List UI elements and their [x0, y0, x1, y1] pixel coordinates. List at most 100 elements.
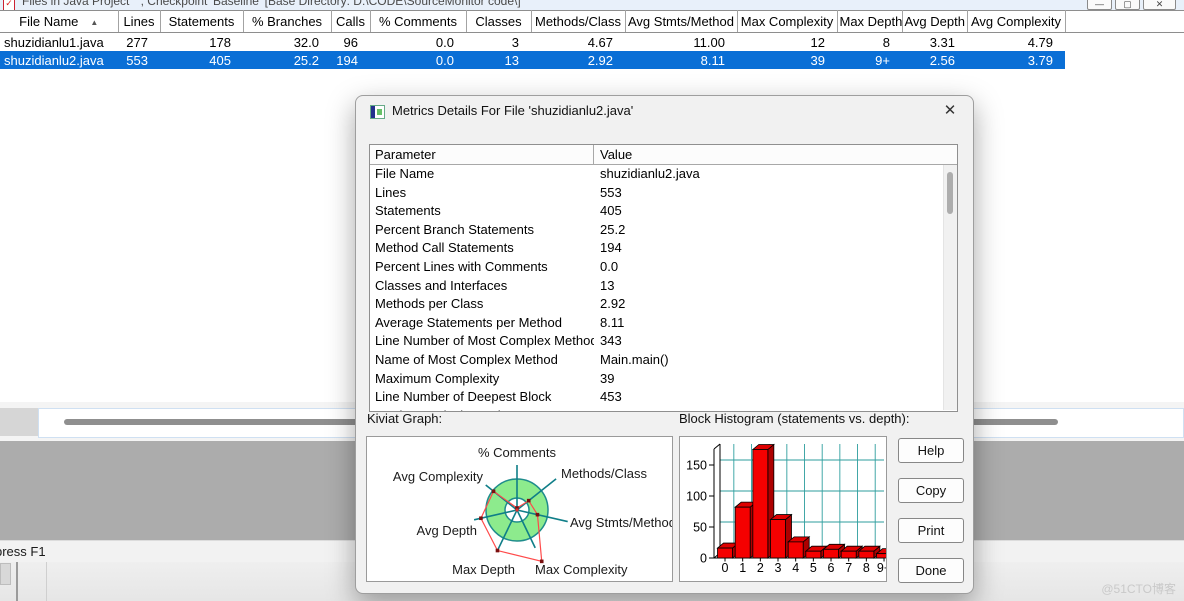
- metric-value: 405: [600, 203, 622, 219]
- sort-ascending-icon: ▲: [90, 18, 99, 27]
- column-header-statements[interactable]: Statements: [160, 10, 244, 33]
- column-header-calls[interactable]: Calls: [331, 10, 371, 33]
- copy-button[interactable]: Copy: [898, 478, 964, 503]
- dialog-title: Metrics Details For File 'shuzidianlu2.j…: [392, 103, 634, 118]
- metrics-list-body: File Name shuzidianlu2.java Lines 553 Statem…: [370, 165, 957, 411]
- metric-row[interactable]: Name of Most Complex Method Main.main(): [370, 351, 957, 370]
- cell: 13: [466, 51, 531, 69]
- column-header-filler: [1065, 10, 1184, 33]
- column-header--comments[interactable]: % Comments: [370, 10, 467, 33]
- cell: 39: [737, 51, 837, 69]
- column-header-max-depth[interactable]: Max Depth: [837, 10, 903, 33]
- dialog-close-icon[interactable]: ✕: [938, 99, 962, 123]
- metric-row[interactable]: File Name shuzidianlu2.java: [370, 165, 957, 184]
- column-header-avg-stmts-method[interactable]: Avg Stmts/Method: [625, 10, 738, 33]
- done-button[interactable]: Done: [898, 558, 964, 583]
- dialog-titlebar[interactable]: Metrics Details For File 'shuzidianlu2.j…: [356, 96, 973, 126]
- metric-parameter: Statements: [375, 203, 441, 219]
- metric-row[interactable]: Statements 405: [370, 202, 957, 221]
- metric-parameter: Name of Most Complex Method: [375, 351, 558, 367]
- column-header-file-name[interactable]: File Name ▲: [0, 10, 119, 33]
- svg-text:1: 1: [739, 561, 746, 575]
- svg-text:Avg Depth: Avg Depth: [417, 523, 477, 538]
- metric-value: 194: [600, 240, 622, 256]
- metric-value: 8.11: [600, 314, 625, 330]
- svg-text:Avg Stmts/Method: Avg Stmts/Method: [570, 515, 672, 530]
- metric-row[interactable]: Percent Branch Statements 25.2: [370, 221, 957, 240]
- metrics-column-header-value[interactable]: Value: [594, 145, 957, 164]
- metric-parameter: File Name: [375, 166, 435, 181]
- metric-row[interactable]: Average Statements per Method 8.11: [370, 314, 957, 333]
- column-header-classes[interactable]: Classes: [466, 10, 532, 33]
- metrics-column-header-parameter[interactable]: Parameter: [370, 145, 594, 164]
- close-button[interactable]: ✕: [1143, 0, 1176, 10]
- cell: 405: [160, 51, 243, 69]
- metric-value: 553: [600, 184, 622, 200]
- maximize-button[interactable]: ▢: [1115, 0, 1140, 10]
- watermark: @51CTO博客: [1101, 582, 1176, 596]
- app-icon: ✓: [3, 0, 15, 10]
- svg-text:Methods/Class: Methods/Class: [561, 466, 647, 481]
- svg-text:5: 5: [810, 561, 817, 575]
- pane-corner: [0, 408, 38, 436]
- svg-text:150: 150: [686, 459, 707, 473]
- metric-value: 0.0: [600, 258, 619, 274]
- window-title: Files in Java Project ' ', Checkpoint 'B…: [22, 0, 521, 8]
- metric-value: 13: [600, 277, 615, 293]
- metric-row[interactable]: Methods per Class 2.92: [370, 295, 957, 314]
- cell: 9+: [837, 51, 902, 69]
- cell: 4.79: [1027, 34, 1053, 50]
- metric-row[interactable]: Lines 553: [370, 184, 957, 203]
- column-header-max-complexity[interactable]: Max Complexity: [737, 10, 838, 33]
- metric-value: Main.main(): [600, 351, 669, 367]
- metric-row[interactable]: Line Number of Most Complex Method 343: [370, 332, 957, 351]
- metric-parameter: Percent Lines with Comments: [375, 258, 548, 274]
- files-table: File Name ▲ Lines Statements% Branches Calls…: [0, 10, 1184, 69]
- cell: 4.67: [587, 34, 613, 50]
- minimize-button[interactable]: —: [1087, 0, 1112, 10]
- cell: 194: [331, 51, 370, 69]
- column-header--branches[interactable]: % Branches: [243, 10, 332, 33]
- metrics-dialog: Metrics Details For File 'shuzidianlu2.j…: [355, 95, 974, 594]
- metrics-list: Parameter Value File Name shuzidianlu2.ja…: [369, 144, 958, 412]
- file-row[interactable]: shuzidianlu1.java 277 178 32.0 96 0.0 3 4.67 11.…: [0, 33, 1184, 52]
- metric-parameter: Percent Branch Statements: [375, 221, 534, 237]
- cell: shuzidianlu2.java: [0, 51, 118, 69]
- metric-value: 2.92: [600, 296, 626, 312]
- metric-row[interactable]: Maximum Complexity 39: [370, 370, 957, 389]
- metric-row[interactable]: Line Number of Deepest Block 453: [370, 388, 957, 407]
- metrics-scrollbar-thumb[interactable]: [947, 172, 953, 214]
- metric-value: shuzidianlu2.java: [600, 166, 700, 181]
- metric-row[interactable]: Classes and Interfaces 13: [370, 277, 957, 296]
- print-button[interactable]: Print: [898, 518, 964, 543]
- metrics-scrollbar[interactable]: [943, 165, 957, 410]
- metric-value: 343: [600, 333, 622, 349]
- metrics-list-header: Parameter Value: [370, 145, 957, 165]
- file-row[interactable]: shuzidianlu2.java 553 405 25.2 194 0.0 13 2.92 8…: [0, 51, 1184, 69]
- svg-text:9+: 9+: [877, 561, 886, 575]
- cell: 96: [343, 34, 358, 50]
- window-titlebar[interactable]: ✓ Files in Java Project ' ', Checkpoint …: [0, 0, 1184, 10]
- metric-parameter: Method Call Statements: [375, 240, 514, 256]
- column-header-avg-complexity[interactable]: Avg Complexity: [967, 10, 1066, 33]
- metric-parameter: Classes and Interfaces: [375, 277, 508, 293]
- svg-text:50: 50: [693, 521, 707, 535]
- metric-row[interactable]: Method Call Statements 194: [370, 239, 957, 258]
- metric-parameter: Line Number of Deepest Block: [375, 389, 552, 405]
- cell: 277: [126, 34, 148, 50]
- column-header-methods-class[interactable]: Methods/Class: [531, 10, 626, 33]
- cell: 0.0: [370, 51, 466, 69]
- column-header-avg-depth[interactable]: Avg Depth: [902, 10, 968, 33]
- cell: 8: [882, 34, 890, 50]
- svg-text:3: 3: [775, 561, 782, 575]
- footer-divider-2: [46, 562, 47, 601]
- svg-text:Avg Complexity: Avg Complexity: [393, 469, 484, 484]
- svg-text:7: 7: [845, 561, 852, 575]
- metric-parameter: Lines: [375, 184, 407, 200]
- help-button[interactable]: Help: [898, 438, 964, 463]
- column-header-lines[interactable]: Lines: [118, 10, 161, 33]
- cell: 32.0: [293, 34, 319, 50]
- svg-text:100: 100: [686, 490, 707, 504]
- cell: 2.56: [902, 51, 967, 69]
- metric-row[interactable]: Percent Lines with Comments 0.0: [370, 258, 957, 277]
